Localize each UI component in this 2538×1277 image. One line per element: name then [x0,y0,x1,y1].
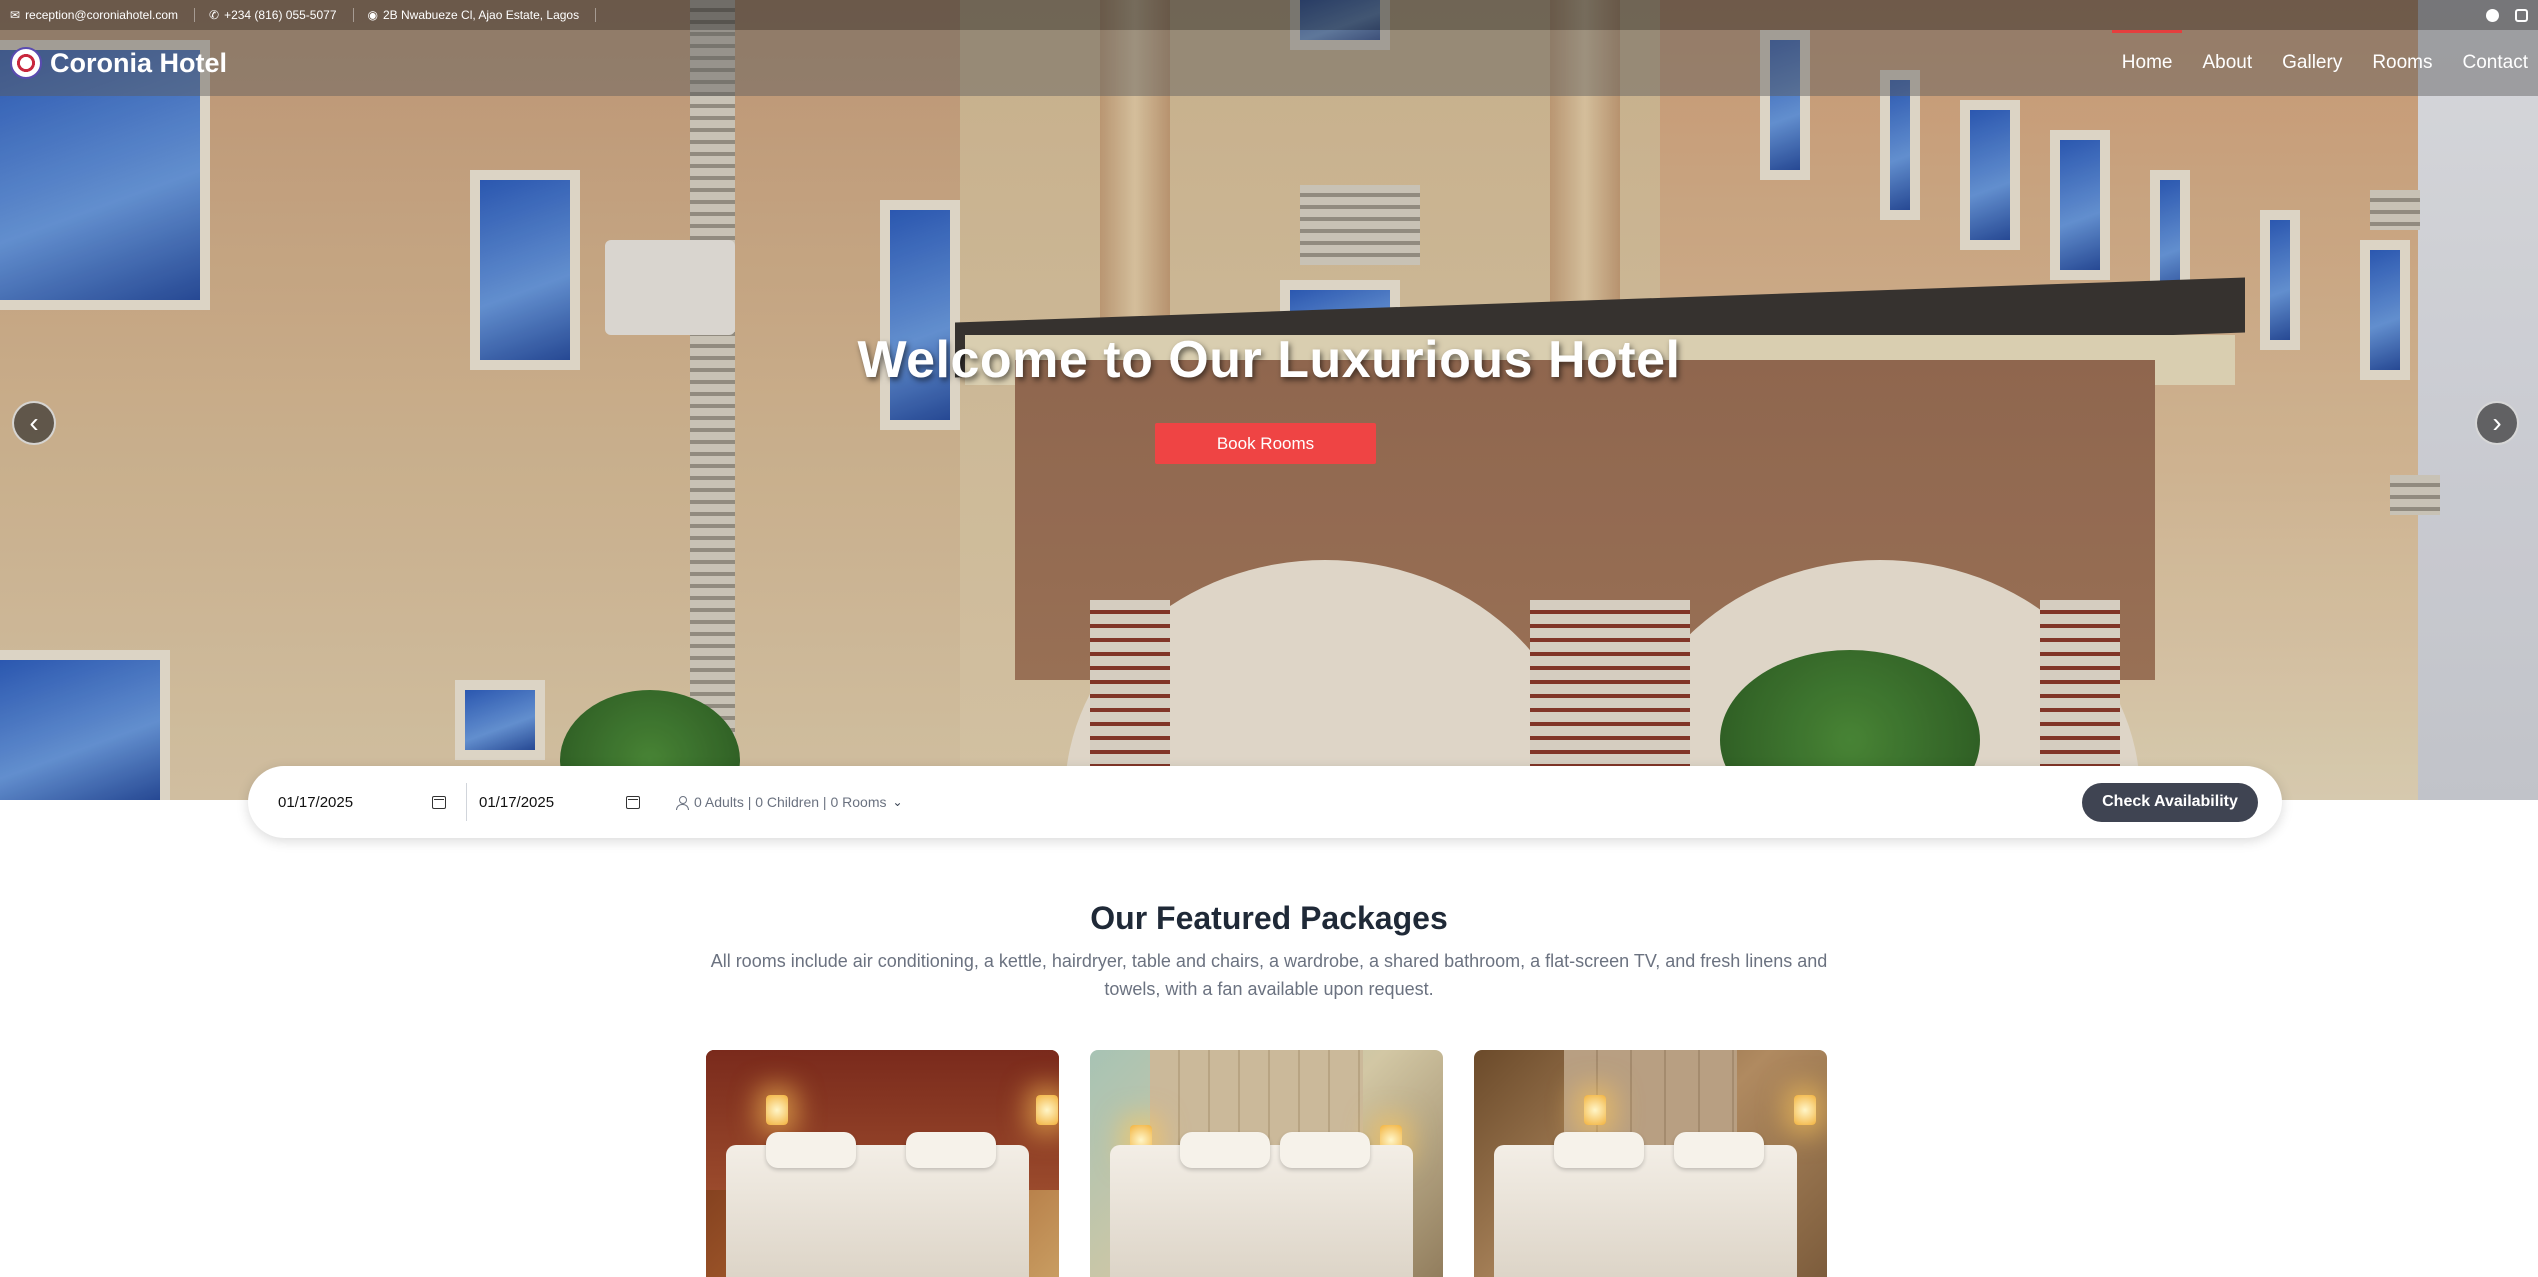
calendar-icon[interactable] [432,795,446,809]
room-pillow [906,1132,996,1168]
map-pin-icon: ◉ [367,8,378,22]
room-lamp [1584,1095,1606,1125]
brand-logo[interactable]: Coronia Hotel [10,47,227,79]
package-card-image[interactable] [1090,1050,1443,1277]
facebook-icon[interactable] [2486,8,2499,22]
room-pillow [1554,1132,1644,1168]
nav-item-home[interactable]: Home [2111,30,2183,96]
section-description: All rooms include air conditioning, a ke… [710,951,1828,999]
check-availability-button[interactable]: Check Availability [2082,782,2258,822]
check-in-date-field[interactable]: 01/17/2025 [272,783,452,821]
address-contact: ◉ 2B Nwabueze Cl, Ajao Estate, Lagos [368,8,597,22]
package-card-image[interactable] [1474,1050,1827,1277]
contact-info-bar: ✉ reception@coroniahotel.com ✆ +234 (816… [0,0,2538,30]
nav-item-rooms[interactable]: Rooms [2372,30,2432,96]
nav-item-contact[interactable]: Contact [2463,30,2528,96]
calendar-icon[interactable] [626,795,640,809]
email-text: reception@coroniahotel.com [25,8,178,22]
brand-name: Coronia Hotel [50,47,228,78]
nav-item-gallery[interactable]: Gallery [2282,30,2342,96]
guests-summary: 0 Adults | 0 Children | 0 Rooms [694,794,887,810]
room-pillow [766,1132,856,1168]
hero-banner: Welcome to Our Luxurious Hotel Book Room… [0,0,2538,800]
book-rooms-button[interactable]: Book Rooms [1155,423,1376,464]
nav-item-about[interactable]: About [2202,30,2252,96]
carousel-next-button[interactable]: › [2475,401,2519,445]
room-lamp [766,1095,788,1125]
chevron-down-icon: ⌄ [892,795,903,809]
instagram-icon[interactable] [2515,8,2528,22]
package-card-image[interactable] [706,1050,1059,1277]
section-title: Our Featured Packages [1090,900,1448,936]
chevron-left-icon: ‹ [29,407,39,438]
room-lamp [1794,1095,1816,1125]
room-pillow [1674,1132,1764,1168]
phone-text: +234 (816) 055-5077 [224,8,337,22]
check-out-value: 01/17/2025 [479,793,555,811]
social-links [2486,8,2528,22]
room-lamp [1036,1095,1058,1125]
booking-bar: 01/17/2025 01/17/2025 0 Adults | 0 Child… [248,766,2282,838]
phone-icon: ✆ [209,8,220,22]
person-icon [676,795,689,810]
main-navigation: Coronia Hotel Home About Gallery Rooms C… [0,30,2538,96]
check-in-value: 01/17/2025 [278,793,354,811]
email-contact[interactable]: ✉ reception@coroniahotel.com [10,8,195,22]
hero-overlay [0,0,2538,800]
phone-contact[interactable]: ✆ +234 (816) 055-5077 [209,8,354,22]
chevron-right-icon: › [2492,407,2502,438]
logo-icon [10,47,42,79]
room-pillow [1280,1132,1370,1168]
guests-selector[interactable]: 0 Adults | 0 Children | 0 Rooms ⌄ [676,794,903,810]
mail-icon: ✉ [10,8,21,22]
check-out-date-field[interactable]: 01/17/2025 [466,783,646,821]
room-pillow [1180,1132,1270,1168]
nav-menu: Home About Gallery Rooms Contact [2111,30,2528,96]
hero-title: Welcome to Our Luxurious Hotel [857,331,1681,389]
address-text: 2B Nwabueze Cl, Ajao Estate, Lagos [382,8,580,22]
carousel-prev-button[interactable]: ‹ [12,401,56,445]
